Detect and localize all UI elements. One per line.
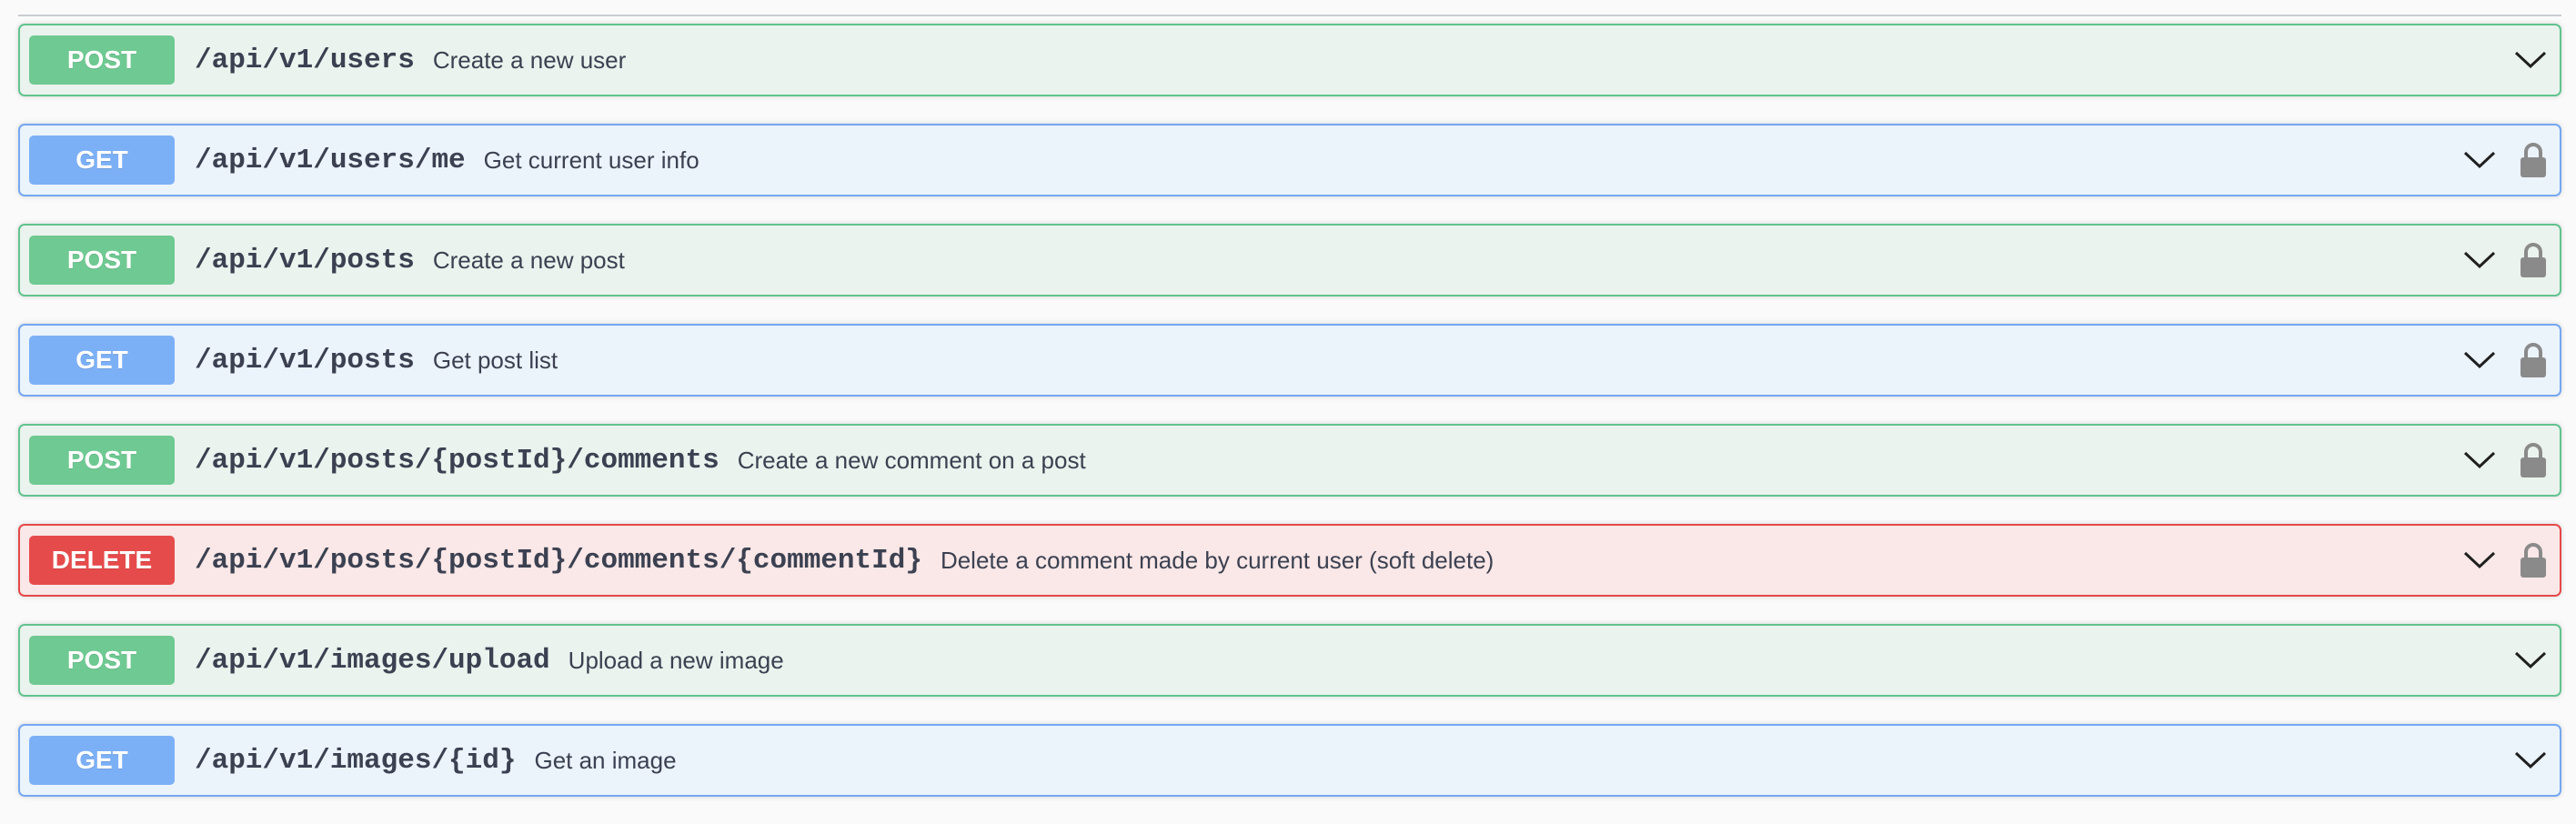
- lock-icon[interactable]: [2518, 540, 2549, 580]
- lock-icon[interactable]: [2518, 440, 2549, 480]
- operation-summary: Get post list: [432, 346, 558, 374]
- lock-icon[interactable]: [2518, 240, 2549, 280]
- chevron-down-icon[interactable]: [2461, 442, 2498, 478]
- method-badge: POST: [29, 35, 175, 85]
- operation-get-image[interactable]: GET /api/v1/images/{id} Get an image: [18, 724, 2561, 797]
- operation-summary: Get current user info: [483, 146, 699, 174]
- operation-path: /api/v1/posts: [195, 244, 415, 276]
- lock-icon[interactable]: [2518, 140, 2549, 180]
- method-badge: POST: [29, 636, 175, 685]
- operation-post-users[interactable]: POST /api/v1/users Create a new user: [18, 24, 2561, 96]
- operation-post-posts[interactable]: POST /api/v1/posts Create a new post: [18, 224, 2561, 296]
- chevron-down-icon[interactable]: [2461, 342, 2498, 378]
- chevron-down-icon[interactable]: [2461, 242, 2498, 278]
- operation-get-posts[interactable]: GET /api/v1/posts Get post list: [18, 324, 2561, 397]
- operation-path: /api/v1/posts/{postId}/comments: [195, 444, 719, 477]
- operation-summary: Create a new comment on a post: [737, 446, 1086, 474]
- operation-path: /api/v1/posts: [195, 344, 415, 377]
- operation-path: /api/v1/images/upload: [195, 644, 550, 677]
- chevron-down-icon[interactable]: [2461, 542, 2498, 578]
- method-badge: GET: [29, 336, 175, 385]
- operation-summary: Delete a comment made by current user (s…: [940, 546, 1494, 574]
- chevron-down-icon[interactable]: [2512, 742, 2549, 779]
- operation-path: /api/v1/images/{id}: [195, 744, 517, 777]
- operation-summary: Get an image: [534, 746, 677, 774]
- operation-post-comments[interactable]: POST /api/v1/posts/{postId}/comments Cre…: [18, 424, 2561, 497]
- method-badge: GET: [29, 736, 175, 785]
- chevron-down-icon[interactable]: [2512, 642, 2549, 678]
- operation-summary: Create a new user: [432, 45, 627, 74]
- operation-path: /api/v1/posts/{postId}/comments/{comment…: [195, 544, 922, 577]
- operation-summary: Upload a new image: [568, 646, 784, 674]
- operation-path: /api/v1/users/me: [195, 144, 466, 176]
- section-divider: [18, 15, 2561, 16]
- method-badge: POST: [29, 436, 175, 485]
- method-badge: DELETE: [29, 536, 175, 585]
- chevron-down-icon[interactable]: [2512, 42, 2549, 78]
- operation-path: /api/v1/users: [195, 44, 415, 76]
- operation-post-image-upload[interactable]: POST /api/v1/images/upload Upload a new …: [18, 624, 2561, 697]
- operation-delete-comment[interactable]: DELETE /api/v1/posts/{postId}/comments/{…: [18, 524, 2561, 597]
- operations-list: POST /api/v1/users Create a new user GET…: [18, 24, 2561, 824]
- chevron-down-icon[interactable]: [2461, 142, 2498, 178]
- method-badge: GET: [29, 136, 175, 185]
- lock-icon[interactable]: [2518, 340, 2549, 380]
- operation-get-users-me[interactable]: GET /api/v1/users/me Get current user in…: [18, 124, 2561, 196]
- operation-summary: Create a new post: [432, 246, 625, 274]
- method-badge: POST: [29, 236, 175, 285]
